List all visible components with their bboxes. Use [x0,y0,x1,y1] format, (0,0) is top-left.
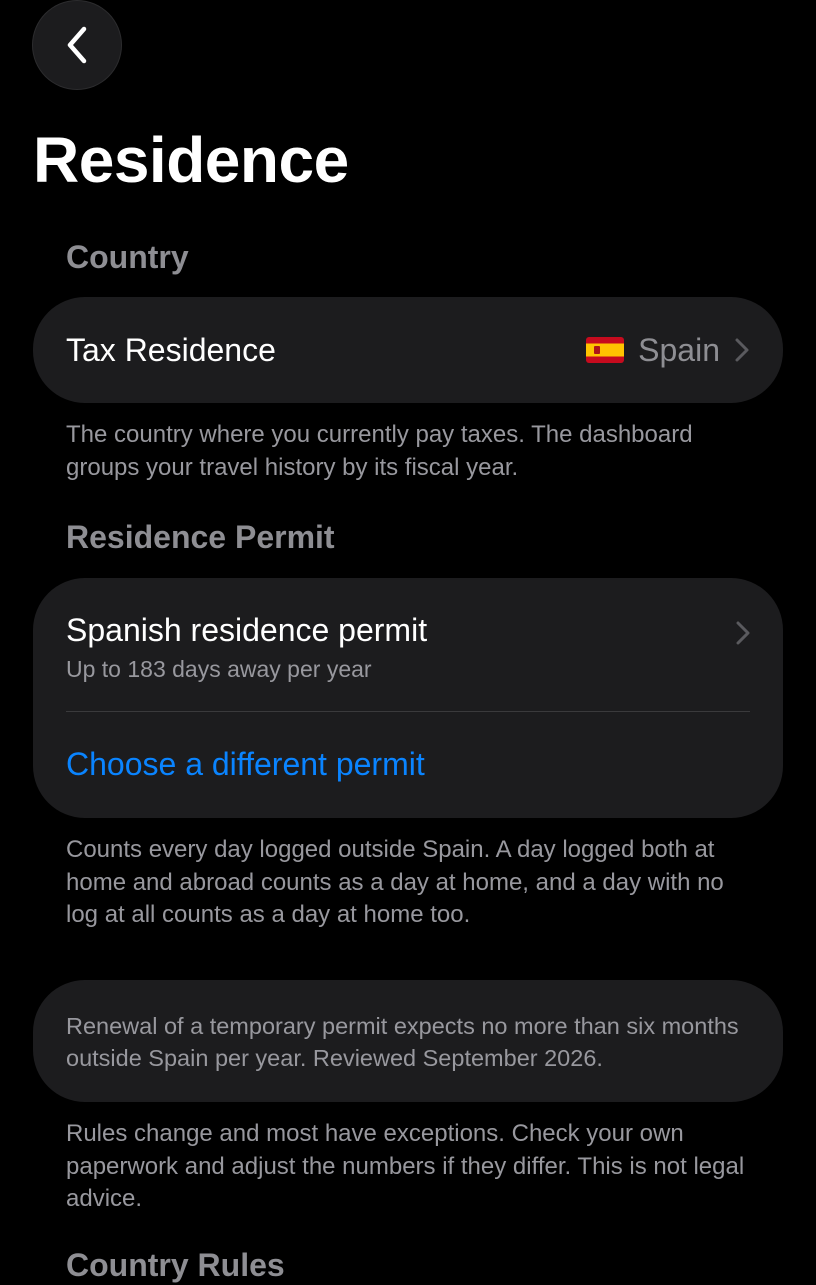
tax-residence-value: Spain [638,331,720,368]
section-header-country: Country [66,239,189,275]
page-title: Residence [33,124,349,196]
spain-flag-icon [586,337,625,363]
legal-disclaimer: Rules change and most have exceptions. C… [66,1120,745,1212]
permit-footnote: Counts every day logged outside Spain. A… [66,836,724,928]
tax-residence-footnote: The country where you currently pay taxe… [66,421,693,481]
tax-residence-row[interactable]: Tax Residence Spain [33,297,783,403]
chevron-left-icon [62,25,92,65]
permit-subtitle: Up to 183 days away per year [66,656,372,682]
tax-residence-value-group: Spain [586,332,750,369]
choose-different-permit-button[interactable]: Choose a different permit [66,744,425,784]
chevron-right-icon [735,620,751,651]
permit-row[interactable]: Spanish residence permit Up to 183 days … [33,578,783,712]
tax-residence-label: Tax Residence [66,331,276,368]
chevron-right-icon [734,337,750,363]
section-header-country-rules: Country Rules [66,1247,285,1283]
permit-name: Spanish residence permit [66,612,428,648]
back-button[interactable] [33,1,121,89]
renewal-info-text: Renewal of a temporary permit expects no… [66,1013,739,1071]
divider [66,711,750,712]
section-header-residence-permit: Residence Permit [66,519,335,555]
residence-permit-card: Spanish residence permit Up to 183 days … [33,578,783,818]
renewal-info-card: Renewal of a temporary permit expects no… [33,980,783,1102]
